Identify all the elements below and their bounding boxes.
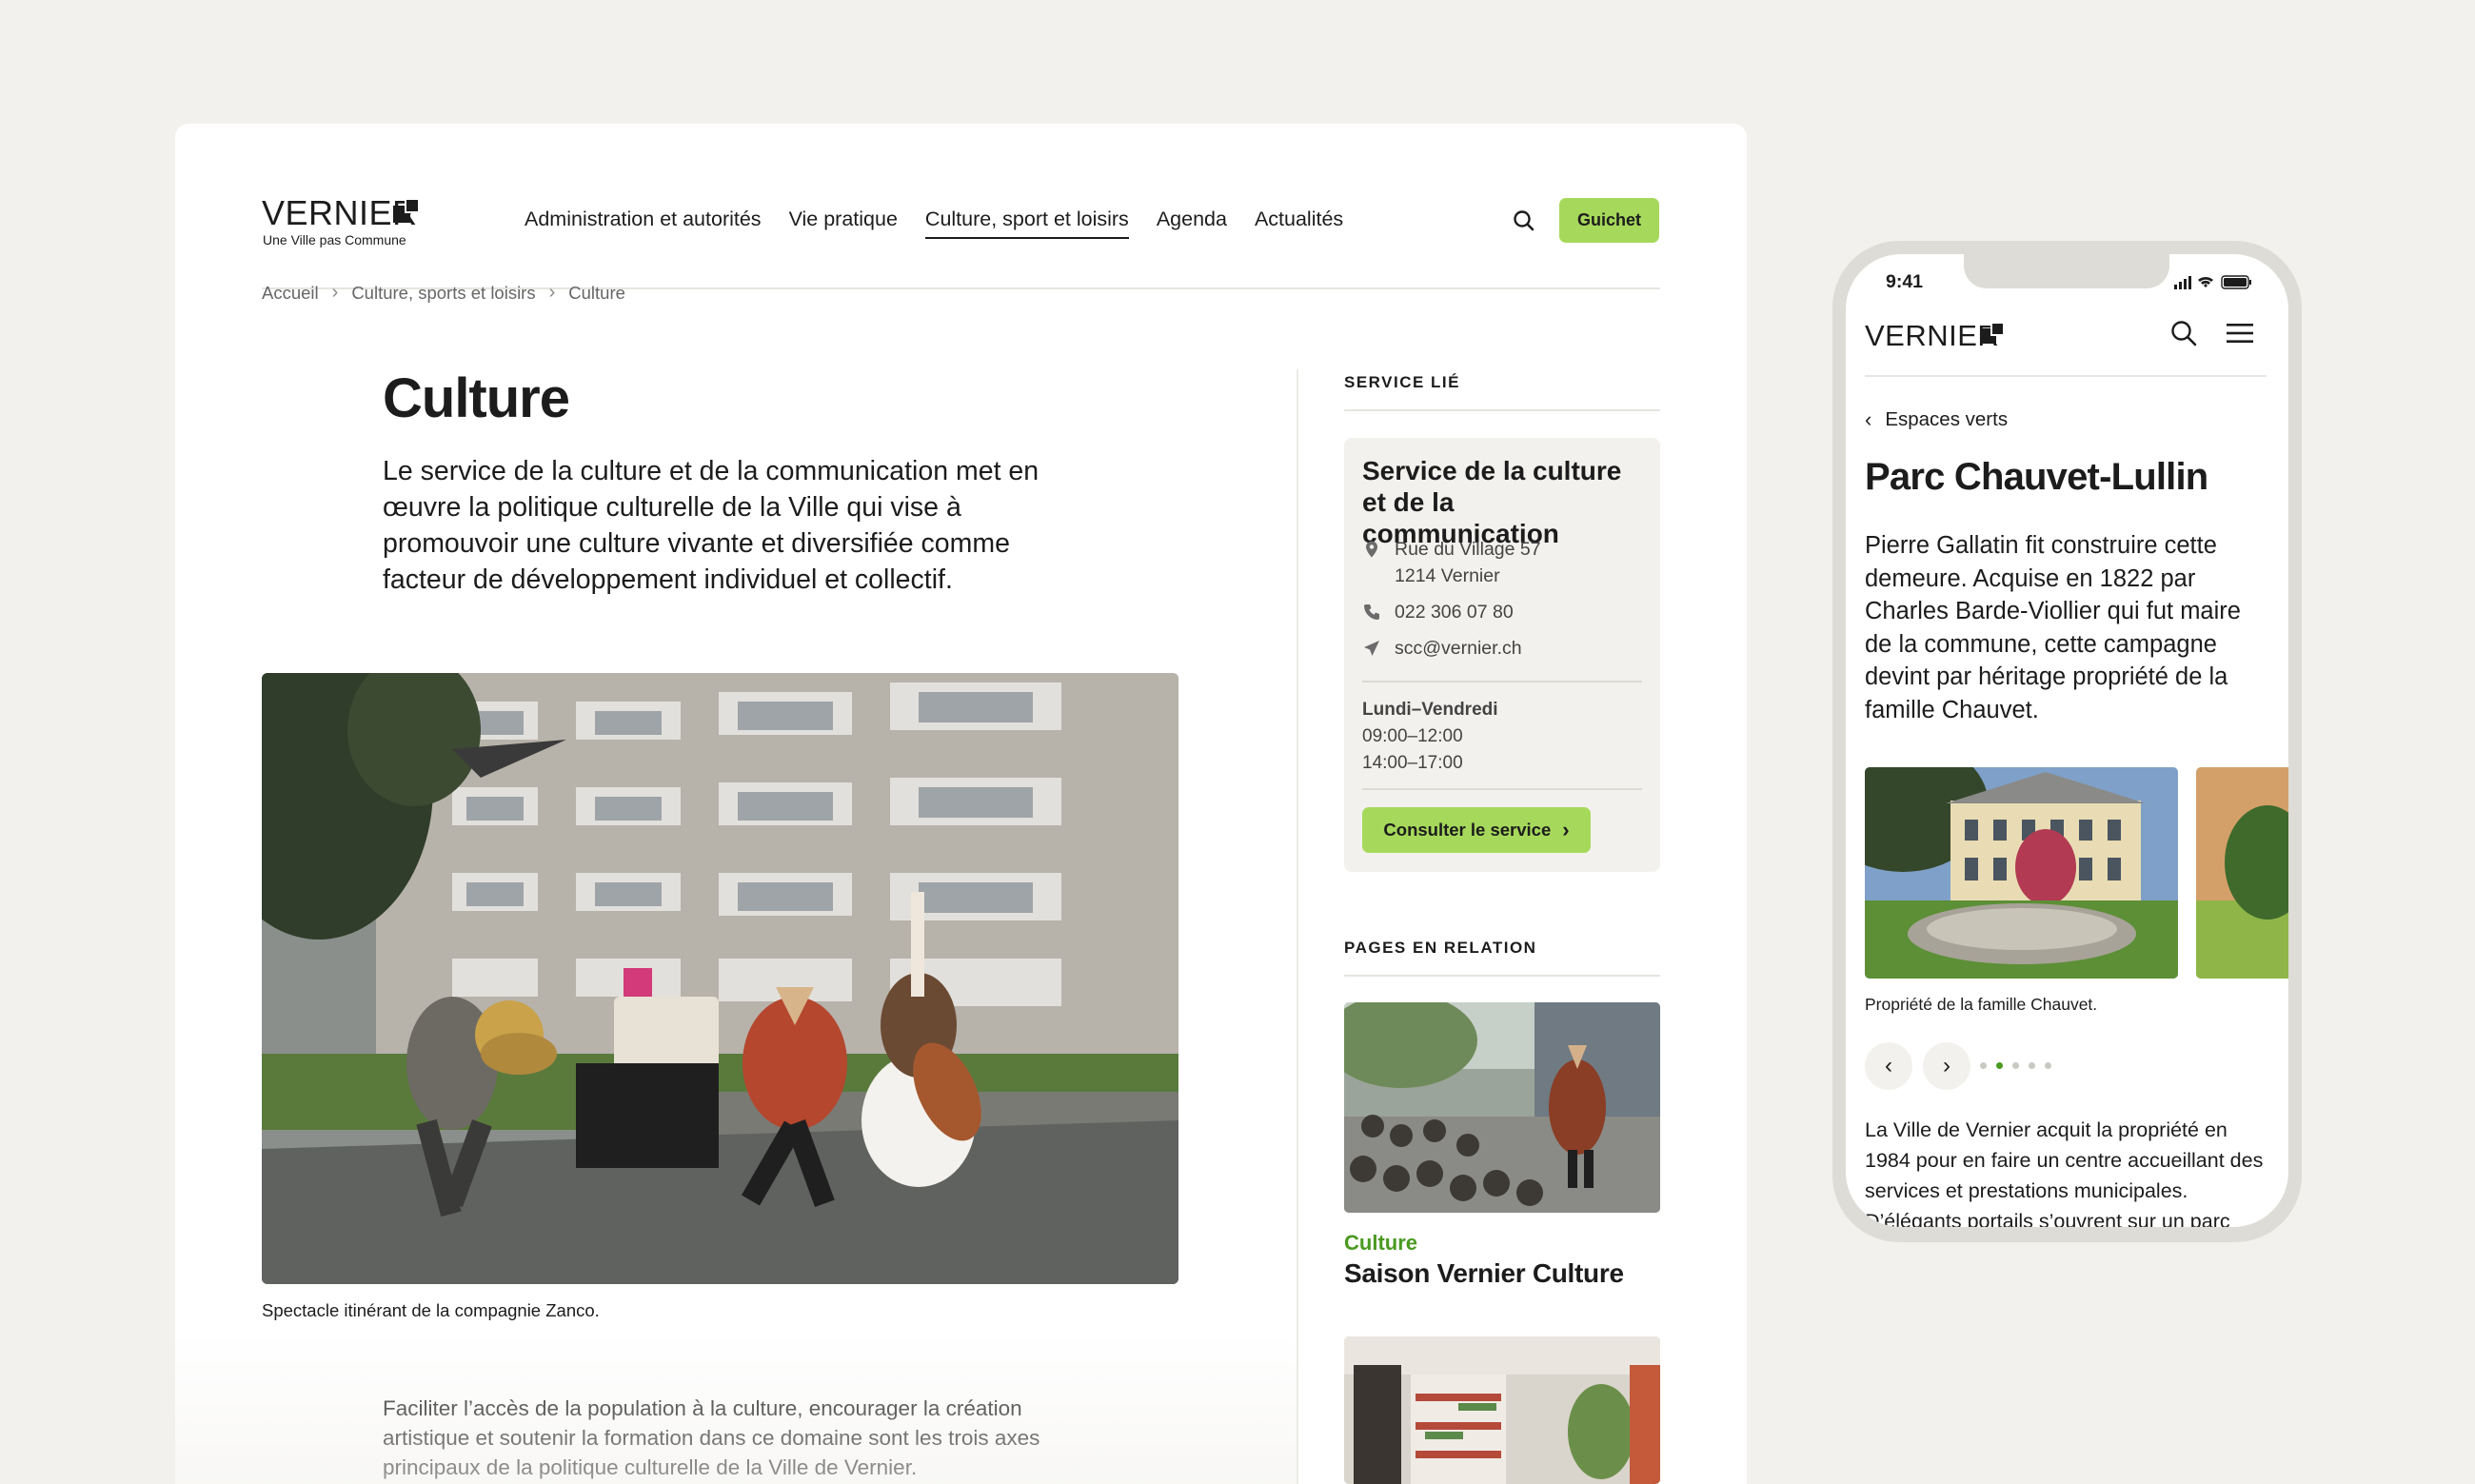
sidebar-rule: [1344, 409, 1660, 411]
phone-icon: [1364, 604, 1379, 620]
chevron-left-icon: ‹: [1865, 407, 1872, 431]
address-line2: 1214 Vernier: [1395, 565, 1500, 586]
page-title: Culture: [383, 367, 570, 429]
back-link[interactable]: ‹ Espaces verts: [1865, 407, 2008, 432]
service-address: Rue du Village 57 1214 Vernier: [1362, 536, 1541, 589]
related-title[interactable]: Saison Vernier Culture: [1344, 1258, 1624, 1289]
nav-item-culture[interactable]: Culture, sport et loisirs: [924, 208, 1129, 239]
mobile-device: 9:41 VERNIER ‹ Espaces verts Parc Chauve…: [1832, 241, 2302, 1242]
carousel-image[interactable]: [2196, 767, 2288, 979]
nav-item-actualites[interactable]: Actualités: [1255, 208, 1343, 239]
signal-icon: [2174, 276, 2191, 289]
phone-notch: [1964, 254, 2169, 288]
search-icon[interactable]: [2168, 318, 2199, 348]
chevron-right-icon: ›: [331, 282, 339, 303]
hours-days: Lundi–Vendredi: [1362, 700, 1498, 720]
hours-morning: 09:00–12:00: [1362, 726, 1463, 746]
logo-mark-icon: [1981, 322, 2005, 346]
carousel-dot[interactable]: [2029, 1062, 2035, 1069]
column-divider: [1297, 369, 1298, 1484]
nav-item-vie-pratique[interactable]: Vie pratique: [789, 208, 898, 239]
carousel-dot[interactable]: [2045, 1062, 2051, 1069]
carousel-dot[interactable]: [1980, 1062, 1987, 1069]
site-header: VERNIER Une Ville pas Commune Administra…: [262, 168, 1660, 289]
consult-service-button[interactable]: Consulter le service ›: [1362, 807, 1591, 853]
carousel-image[interactable]: [1865, 767, 2178, 979]
desktop-page: VERNIER Une Ville pas Commune Administra…: [175, 124, 1747, 1484]
mobile-body-paragraph: La Ville de Vernier acquit la propriété …: [1865, 1118, 2264, 1227]
status-time: 9:41: [1886, 271, 1924, 292]
service-card: Service de la culture et de la communica…: [1344, 438, 1660, 872]
service-lie-label: SERVICE LIÉ: [1344, 373, 1460, 391]
body-paragraph: Faciliter l’accès de la population à la …: [383, 1396, 1040, 1479]
chevron-right-icon: ›: [1562, 818, 1570, 841]
carousel-prev-button[interactable]: ‹: [1865, 1042, 1912, 1090]
breadcrumb: Accueil › Culture, sports et loisirs › C…: [262, 282, 625, 304]
breadcrumb-item-accueil[interactable]: Accueil: [262, 283, 319, 304]
mobile-page-title: Parc Chauvet-Lullin: [1865, 456, 2208, 498]
nav-item-agenda[interactable]: Agenda: [1157, 208, 1227, 239]
photo-caption: Spectacle itinérant de la compagnie Zanc…: [262, 1300, 600, 1320]
related-image[interactable]: [1344, 1336, 1660, 1484]
back-link-label: Espaces verts: [1885, 408, 2009, 430]
main-nav: Administration et autorités Vie pratique…: [525, 208, 1343, 239]
breadcrumb-item-culture-sports-loisirs[interactable]: Culture, sports et loisirs: [351, 283, 535, 304]
logo-wordmark: VERNIER: [1865, 319, 2000, 352]
search-icon[interactable]: [1511, 208, 1537, 234]
carousel-dot-active[interactable]: [1996, 1062, 2003, 1069]
breadcrumb-item-current: Culture: [568, 282, 625, 303]
chevron-left-icon: ‹: [1885, 1053, 1892, 1078]
carousel-dot[interactable]: [2012, 1062, 2019, 1069]
chevron-right-icon: ›: [548, 282, 556, 303]
logo-mark-icon: [393, 198, 420, 225]
service-hours: Lundi–Vendredi 09:00–12:00 14:00–17:00: [1362, 697, 1498, 777]
chevron-right-icon: ›: [1943, 1053, 1950, 1078]
wifi-icon: [2198, 276, 2213, 287]
nav-item-administration[interactable]: Administration et autorités: [525, 208, 762, 239]
carousel-dots: [1980, 1062, 2051, 1069]
lead-paragraph: Le service de la culture et de la commun…: [383, 456, 1040, 595]
mobile-header-rule: [1865, 375, 2267, 377]
status-bar-icons: [2174, 275, 2251, 289]
hero-photo: [262, 673, 1178, 1284]
mobile-lead: Pierre Gallatin fit construire cette dem…: [1865, 532, 2241, 723]
location-pin-icon: [1366, 541, 1377, 558]
logo-tagline: Une Ville pas Commune: [263, 232, 406, 247]
carousel-caption: Propriété de la famille Chauvet.: [1865, 995, 2098, 1014]
related-pages-label: PAGES EN RELATION: [1344, 939, 1537, 957]
sidebar-rule: [1344, 975, 1660, 977]
service-phone[interactable]: 022 306 07 80: [1362, 599, 1514, 625]
hamburger-menu-icon[interactable]: [2225, 321, 2255, 346]
service-divider: [1362, 681, 1642, 683]
consult-service-label: Consulter le service: [1383, 820, 1552, 840]
email-address: scc@vernier.ch: [1395, 638, 1522, 659]
mobile-screen: 9:41 VERNIER ‹ Espaces verts Parc Chauve…: [1846, 254, 2288, 1227]
guichet-button[interactable]: Guichet: [1559, 198, 1659, 243]
carousel-next-button[interactable]: ›: [1923, 1042, 1970, 1090]
address-line1: Rue du Village 57: [1395, 539, 1541, 560]
service-divider: [1362, 788, 1642, 790]
related-image[interactable]: [1344, 1002, 1660, 1213]
send-icon: [1364, 641, 1379, 656]
related-category: Culture: [1344, 1231, 1417, 1255]
service-email[interactable]: scc@vernier.ch: [1362, 635, 1522, 662]
mobile-logo[interactable]: VERNIER: [1865, 321, 2008, 351]
site-logo[interactable]: VERNIER Une Ville pas Commune: [262, 196, 428, 247]
phone-number: 022 306 07 80: [1395, 602, 1514, 623]
hours-afternoon: 14:00–17:00: [1362, 753, 1463, 773]
